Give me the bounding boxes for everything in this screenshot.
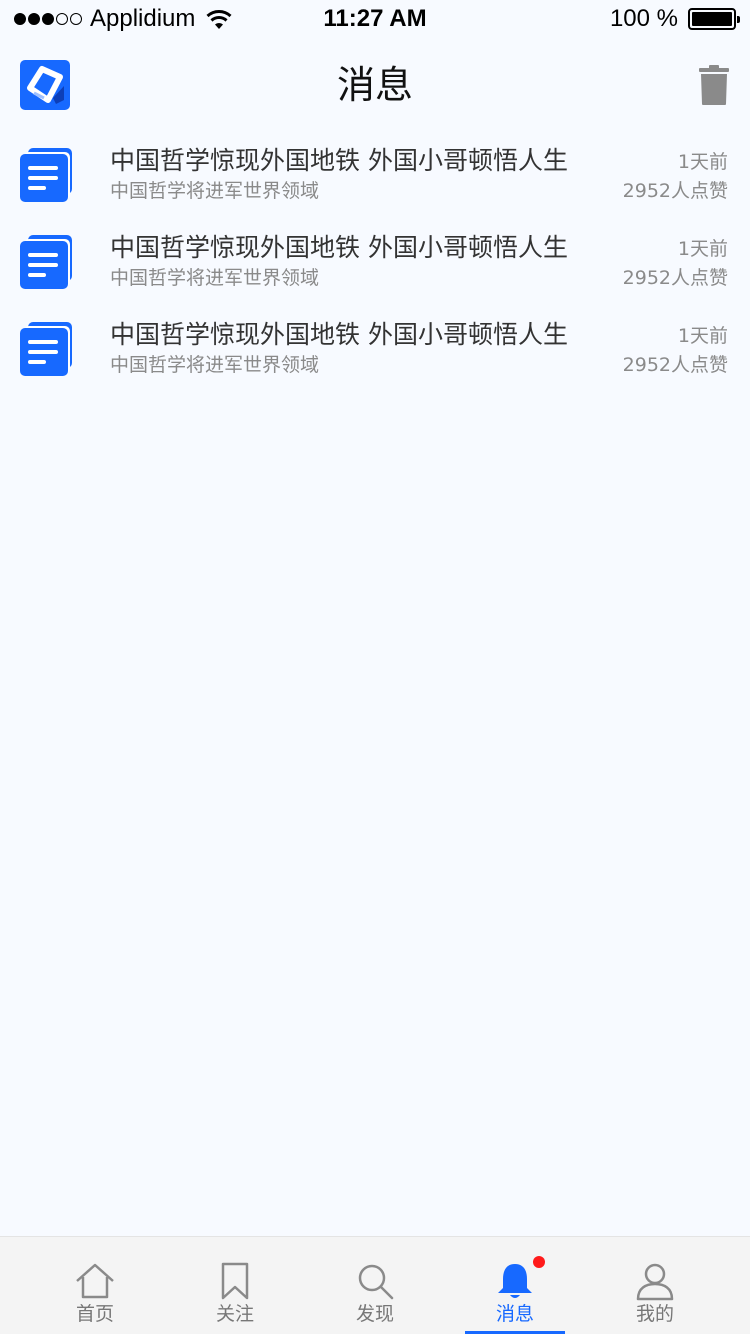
- search-icon: [358, 1264, 394, 1300]
- screen: Applidium 11:27 AM 100 % 消息 中国哲学惊现外国地铁 外…: [0, 0, 750, 1334]
- tab-follow[interactable]: 关注: [165, 1237, 305, 1334]
- message-item[interactable]: 中国哲学惊现外国地铁 外国小哥顿悟人生 中国哲学将进军世界领域 1天前 2952…: [0, 132, 750, 219]
- tab-bar: 首页 关注 发现 消息 我的: [0, 1236, 750, 1334]
- message-title: 中国哲学惊现外国地铁 外国小哥顿悟人生: [110, 233, 568, 262]
- message-title: 中国哲学惊现外国地铁 外国小哥顿悟人生: [110, 320, 568, 349]
- status-bar: Applidium 11:27 AM 100 %: [0, 0, 750, 40]
- profile-icon: [636, 1263, 674, 1301]
- notification-badge: [533, 1256, 545, 1268]
- message-list: 中国哲学惊现外国地铁 外国小哥顿悟人生 中国哲学将进军世界领域 1天前 2952…: [0, 132, 750, 393]
- message-subtitle: 中国哲学将进军世界领域: [110, 267, 320, 289]
- message-subtitle: 中国哲学将进军世界领域: [110, 180, 320, 202]
- status-bar-left: Applidium: [14, 4, 233, 34]
- message-item[interactable]: 中国哲学惊现外国地铁 外国小哥顿悟人生 中国哲学将进军世界领域 1天前 2952…: [0, 219, 750, 306]
- message-time: 1天前: [677, 151, 728, 173]
- carrier-name: Applidium: [90, 5, 196, 32]
- tab-label: 关注: [215, 1303, 254, 1325]
- message-time: 1天前: [677, 325, 728, 347]
- document-icon: [20, 148, 72, 202]
- status-bar-right: 100 %: [609, 4, 740, 34]
- message-subtitle: 中国哲学将进军世界领域: [110, 354, 320, 376]
- message-time: 1天前: [677, 238, 728, 260]
- message-likes: 2952人点赞: [622, 354, 728, 376]
- tab-label: 首页: [75, 1303, 114, 1325]
- bell-icon: [498, 1264, 532, 1298]
- tab-profile[interactable]: 我的: [585, 1237, 725, 1334]
- document-icon: [20, 235, 72, 289]
- trash-icon[interactable]: [698, 64, 730, 106]
- message-likes: 2952人点赞: [622, 180, 728, 202]
- tab-messages[interactable]: 消息: [445, 1237, 585, 1334]
- tab-discover[interactable]: 发现: [305, 1237, 445, 1334]
- app-logo-icon[interactable]: [20, 60, 70, 110]
- home-icon: [76, 1263, 114, 1299]
- nav-header: 消息: [0, 40, 750, 130]
- tab-label: 发现: [355, 1303, 394, 1325]
- message-title: 中国哲学惊现外国地铁 外国小哥顿悟人生: [110, 146, 568, 175]
- bookmark-icon: [221, 1262, 249, 1300]
- message-item[interactable]: 中国哲学惊现外国地铁 外国小哥顿悟人生 中国哲学将进军世界领域 1天前 2952…: [0, 306, 750, 393]
- wifi-icon: [206, 10, 232, 29]
- battery-icon: [688, 8, 740, 30]
- signal-strength-icon: [14, 13, 82, 25]
- tab-home[interactable]: 首页: [25, 1237, 165, 1334]
- tab-label: 我的: [635, 1303, 674, 1325]
- page-title: 消息: [336, 63, 413, 107]
- message-likes: 2952人点赞: [622, 267, 728, 289]
- document-icon: [20, 322, 72, 376]
- battery-percentage: 100 %: [609, 5, 678, 32]
- tab-label: 消息: [495, 1303, 534, 1325]
